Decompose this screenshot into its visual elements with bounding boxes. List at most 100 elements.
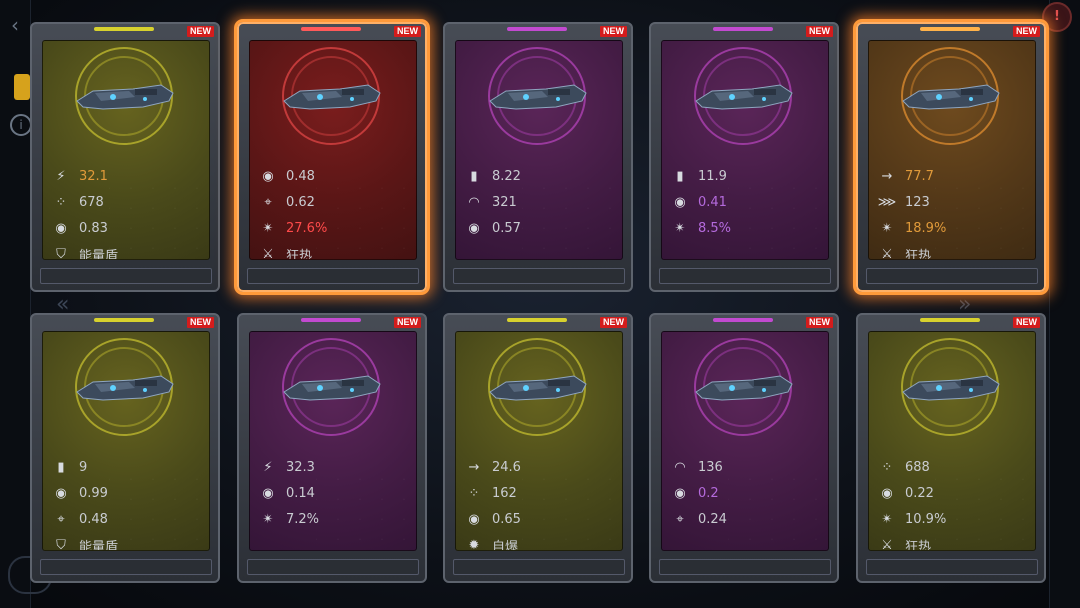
- stat-value: 32.3: [286, 459, 315, 475]
- stat-value: 7.2%: [286, 511, 320, 527]
- card-panel: → 77.7 ⋙ 123 ✴ 18.9% ⚔ 狂热: [868, 40, 1036, 260]
- stat-list: ▮ 11.9 ◉ 0.41 ✴ 8.5%: [670, 163, 820, 241]
- stat-value: 0.14: [286, 485, 315, 501]
- card-base: [659, 559, 831, 575]
- stat-row: ⁘ 678: [51, 189, 201, 215]
- card-base: [866, 559, 1038, 575]
- stat-row: ◉ 0.22: [877, 480, 1027, 506]
- new-badge: NEW: [600, 317, 627, 328]
- ship-card[interactable]: NEW ⚡ 32.1 ⁘ 678 ◉ 0.83 ⛉ 能量盾: [30, 22, 220, 292]
- stat-row: ⛉ 能量盾: [51, 241, 201, 260]
- stat-row: ⌖ 0.48: [51, 506, 201, 532]
- stat-list: ▮ 8.22 ◠ 321 ◉ 0.57: [464, 163, 614, 241]
- frenzy-icon: ⚔: [881, 246, 893, 260]
- range-arc-icon: ◠: [674, 459, 686, 475]
- fire-rate-icon: ⚡: [263, 459, 273, 475]
- stat-row: ▮ 8.22: [464, 163, 614, 189]
- stat-row: ◉ 0.65: [464, 506, 614, 532]
- card-panel: ⚡ 32.1 ⁘ 678 ◉ 0.83 ⛉ 能量盾: [42, 40, 210, 260]
- card-base: [453, 268, 625, 284]
- stat-value: 0.41: [698, 194, 727, 210]
- stat-row: ✴ 27.6%: [258, 215, 408, 241]
- stat-value: 162: [492, 485, 517, 501]
- ship-card[interactable]: NEW ⁘ 688 ◉ 0.22 ✴ 10.9% ⚔ 狂热: [856, 313, 1046, 583]
- gear-ring-icon: ◉: [468, 511, 480, 527]
- card-base: [453, 559, 625, 575]
- ammo-icon: ▮: [57, 459, 65, 475]
- new-badge: NEW: [1013, 317, 1040, 328]
- card-panel: ▮ 8.22 ◠ 321 ◉ 0.57: [455, 40, 623, 260]
- rarity-bar: [94, 318, 154, 322]
- card-panel: ▮ 11.9 ◉ 0.41 ✴ 8.5%: [661, 40, 829, 260]
- side-tab[interactable]: [14, 74, 30, 100]
- rarity-bar: [94, 27, 154, 31]
- crosshair-icon: ⌖: [676, 511, 684, 527]
- stat-row: ◉ 0.57: [464, 215, 614, 241]
- stat-value: 能量盾: [79, 248, 119, 260]
- stat-value: 10.9%: [905, 511, 947, 527]
- card-panel: → 24.6 ⁘ 162 ◉ 0.65 ✹ 自爆: [455, 331, 623, 551]
- ship-card[interactable]: NEW ▮ 11.9 ◉ 0.41 ✴ 8.5%: [649, 22, 839, 292]
- ship-card[interactable]: NEW → 77.7 ⋙ 123 ✴ 18.9% ⚔ 狂热: [856, 22, 1046, 292]
- stat-value: 0.65: [492, 511, 521, 527]
- stat-value: 688: [905, 459, 930, 475]
- ship-image: [280, 79, 384, 115]
- new-badge: NEW: [806, 26, 833, 37]
- card-panel: ⁘ 688 ◉ 0.22 ✴ 10.9% ⚔ 狂热: [868, 331, 1036, 551]
- stat-row: ⚔ 狂热: [877, 241, 1027, 260]
- ship-image: [692, 79, 796, 115]
- stat-row: ◠ 136: [670, 454, 820, 480]
- new-badge: NEW: [394, 26, 421, 37]
- card-base: [247, 559, 419, 575]
- card-panel: ⚡ 32.3 ◉ 0.14 ✴ 7.2%: [249, 331, 417, 551]
- back-arrow-icon[interactable]: ‹: [4, 14, 26, 36]
- stat-row: ⋙ 123: [877, 189, 1027, 215]
- stat-row: ⌖ 0.24: [670, 506, 820, 532]
- range-arc-icon: ◠: [468, 194, 480, 210]
- stat-row: ⁘ 162: [464, 480, 614, 506]
- right-edge-panel: [1049, 0, 1080, 608]
- gear-ring-icon: ◉: [55, 485, 67, 501]
- stat-value: 狂热: [905, 539, 932, 551]
- stat-value: 0.57: [492, 220, 521, 236]
- new-badge: NEW: [394, 317, 421, 328]
- arrow-right-icon: →: [881, 168, 893, 184]
- stat-row: ⌖ 0.62: [258, 189, 408, 215]
- stat-row: ◉ 0.41: [670, 189, 820, 215]
- gear-ring-icon: ◉: [468, 220, 480, 236]
- ship-card[interactable]: NEW ▮ 9 ◉ 0.99 ⌖ 0.48 ⛉ 能量盾: [30, 313, 220, 583]
- ship-card[interactable]: NEW ◉ 0.48 ⌖ 0.62 ✴ 27.6% ⚔ 狂热: [237, 22, 427, 292]
- new-badge: NEW: [187, 26, 214, 37]
- stat-row: ◉ 0.99: [51, 480, 201, 506]
- stat-value: 321: [492, 194, 517, 210]
- crit-icon: ✴: [881, 511, 893, 527]
- new-badge: NEW: [1013, 26, 1040, 37]
- stat-value: 11.9: [698, 168, 727, 184]
- info-icon[interactable]: i: [10, 114, 32, 136]
- new-badge: NEW: [806, 317, 833, 328]
- ship-image: [280, 370, 384, 406]
- ship-card[interactable]: NEW ▮ 8.22 ◠ 321 ◉ 0.57: [443, 22, 633, 292]
- stat-value: 0.48: [286, 168, 315, 184]
- self-destruct-icon: ✹: [468, 537, 480, 551]
- stat-row: ▮ 9: [51, 454, 201, 480]
- new-badge: NEW: [187, 317, 214, 328]
- gear-ring-icon: ◉: [881, 485, 893, 501]
- card-panel: ◠ 136 ◉ 0.2 ⌖ 0.24: [661, 331, 829, 551]
- ship-image: [899, 79, 1003, 115]
- rarity-bar: [507, 27, 567, 31]
- ship-card[interactable]: NEW ◠ 136 ◉ 0.2 ⌖ 0.24: [649, 313, 839, 583]
- ship-card[interactable]: NEW → 24.6 ⁘ 162 ◉ 0.65 ✹ 自爆: [443, 313, 633, 583]
- gear-ring-icon: ◉: [262, 485, 274, 501]
- rarity-bar: [920, 318, 980, 322]
- ship-card[interactable]: NEW ⚡ 32.3 ◉ 0.14 ✴ 7.2%: [237, 313, 427, 583]
- card-panel: ◉ 0.48 ⌖ 0.62 ✴ 27.6% ⚔ 狂热: [249, 40, 417, 260]
- stat-value: 0.83: [79, 220, 108, 236]
- stat-value: 9: [79, 459, 88, 475]
- stat-value: 能量盾: [79, 539, 119, 551]
- stat-row: → 24.6: [464, 454, 614, 480]
- rarity-bar: [301, 318, 361, 322]
- stat-value: 27.6%: [286, 220, 328, 236]
- alert-badge-icon[interactable]: !: [1042, 2, 1072, 32]
- stat-value: 123: [905, 194, 930, 210]
